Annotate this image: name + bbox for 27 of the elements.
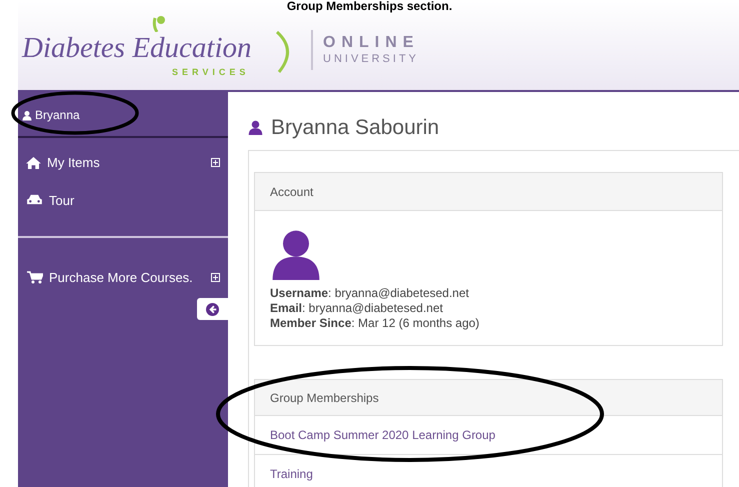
caption: Group Memberships section. — [286, 0, 454, 12]
user-icon — [22, 110, 32, 120]
account-detail: Member Since: Mar 12 (6 months ago) — [270, 316, 480, 331]
figure-icon — [152, 16, 166, 32]
group-link[interactable]: Boot Camp Summer 2020 Learning Group — [270, 426, 496, 444]
expand-icon[interactable] — [211, 158, 220, 168]
card-heading: Account — [255, 173, 722, 211]
group-link[interactable]: Training — [270, 464, 313, 482]
logo-tagline: UNIVERSITY — [323, 54, 420, 65]
expand-icon[interactable] — [211, 273, 220, 282]
logo-name: Diabetes Education — [22, 34, 252, 63]
card-heading: Group Memberships — [255, 380, 722, 416]
user-link[interactable]: Bryanna — [35, 106, 80, 124]
page-title: Bryanna Sabourin — [271, 116, 440, 138]
cart-icon — [27, 271, 43, 284]
collapse-button[interactable] — [197, 298, 228, 320]
logo-tagline: ONLINE — [323, 35, 420, 51]
arrow-left-icon — [206, 302, 219, 316]
sidebar-item[interactable]: Purchase More Courses. — [27, 268, 193, 288]
account-detail: Username: bryanna@diabetesed.net — [270, 286, 470, 301]
home-icon — [26, 156, 41, 169]
user-icon — [248, 118, 263, 136]
account-detail: Email: bryanna@diabetesed.net — [270, 301, 444, 316]
sidebar-item[interactable]: My Items — [26, 153, 100, 172]
sidebar-item[interactable]: Tour — [26, 190, 74, 210]
logo-subtitle: SERVICES — [172, 68, 250, 77]
car-icon — [26, 194, 43, 206]
